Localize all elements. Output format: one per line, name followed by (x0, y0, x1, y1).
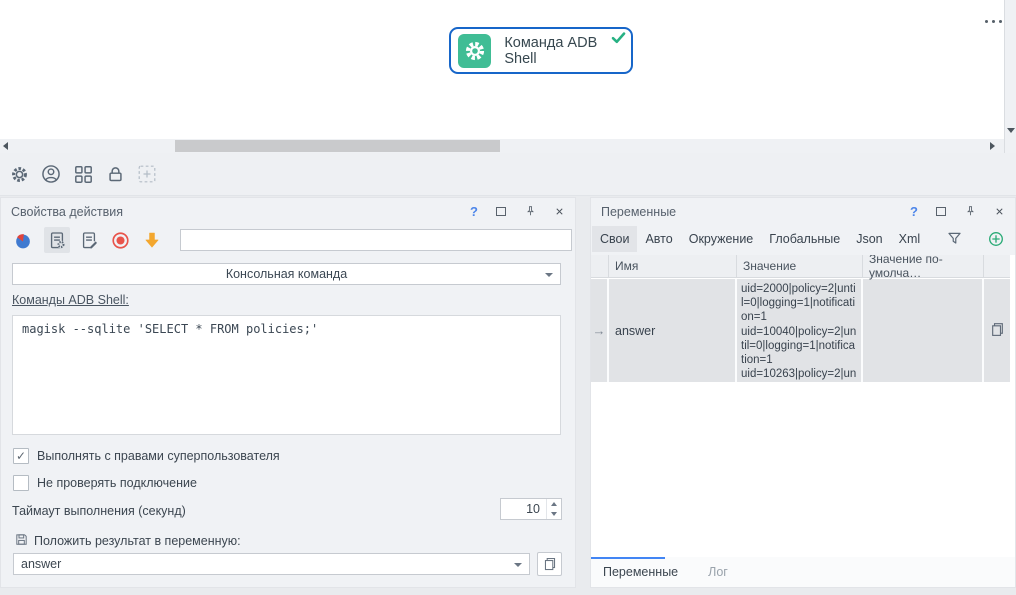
bottom-tab-log[interactable]: Лог (708, 565, 728, 579)
scroll-down-arrow-icon[interactable] (1007, 128, 1015, 133)
properties-panel-header: Свойства действия ? (1, 198, 575, 225)
horizontal-scrollbar[interactable] (0, 139, 1004, 153)
column-header-name[interactable]: Имя (609, 255, 737, 277)
properties-panel: Свойства действия ? Консольная команда К… (0, 197, 576, 588)
scroll-left-arrow-icon[interactable] (3, 142, 8, 150)
checkbox-checked-icon[interactable]: ✓ (13, 448, 29, 464)
current-row-arrow-icon: → (592, 323, 606, 338)
checkbox-label: Выполнять с правами суперпользователя (37, 449, 280, 463)
chevron-down-icon (514, 563, 522, 567)
tab-own[interactable]: Свои (592, 225, 638, 252)
variable-default-cell[interactable] (863, 279, 984, 382)
column-header-default[interactable]: Значение по-умолча… (863, 255, 984, 280)
command-type-select[interactable]: Консольная команда (12, 263, 561, 285)
table-header-row: Имя Значение Значение по-умолча… (591, 255, 1010, 280)
panel-title: Переменные (601, 204, 677, 219)
checkbox-label: Не проверять подключение (37, 476, 197, 490)
horizontal-scrollbar-thumb[interactable] (175, 140, 500, 152)
variable-value-cell[interactable]: uid=2000|policy=2|until=0|logging=1|noti… (737, 279, 863, 382)
table-row[interactable]: → answer uid=2000|policy=2|until=0|loggi… (591, 279, 1010, 382)
save-floppy-icon (14, 532, 29, 550)
spinner-down-icon[interactable] (547, 509, 561, 519)
command-textarea[interactable]: magisk --sqlite 'SELECT * FROM policies;… (12, 315, 561, 435)
command-type-value: Консольная команда (225, 267, 348, 281)
properties-toolbar (1, 225, 575, 255)
add-placeholder-icon[interactable] (136, 163, 158, 185)
copy-icon[interactable] (989, 321, 1006, 341)
flowchart-canvas[interactable]: Команда ADB Shell (0, 0, 1004, 139)
app-window: Команда ADB Shell Свойства действия ? Ко… (0, 0, 1016, 595)
search-input[interactable] (180, 229, 572, 251)
variables-table: Имя Значение Значение по-умолча… → answe… (591, 255, 1015, 561)
pin-icon[interactable] (524, 205, 537, 218)
filter-icon[interactable] (946, 230, 963, 247)
result-label: Положить результат в переменную: (34, 534, 241, 548)
help-icon[interactable]: ? (470, 204, 478, 219)
row-copy-cell (984, 279, 1010, 382)
adb-shell-node[interactable]: Команда ADB Shell (449, 27, 633, 74)
more-options-icon[interactable] (985, 20, 1002, 23)
success-check-icon (611, 31, 626, 47)
gear-icon (458, 33, 492, 68)
active-tab-indicator (591, 557, 665, 559)
action-settings-doc-icon[interactable] (44, 227, 70, 253)
result-variable-value: answer (21, 557, 62, 571)
download-arrow-icon[interactable] (142, 230, 162, 250)
edit-doc-icon[interactable] (79, 230, 99, 251)
timeout-spinner[interactable]: 10 (500, 498, 562, 520)
bottom-tab-variables[interactable]: Переменные (603, 565, 678, 579)
timeout-value[interactable]: 10 (501, 499, 546, 519)
maximize-icon[interactable] (495, 206, 507, 217)
workspace-toolbar (0, 153, 1016, 196)
vertical-scrollbar[interactable] (1004, 0, 1016, 153)
bottom-tabs: Переменные Лог (591, 557, 1015, 587)
tab-global[interactable]: Глобальные (761, 226, 848, 252)
tab-auto[interactable]: Авто (637, 226, 680, 252)
chevron-down-icon (545, 273, 553, 277)
skip-check-checkbox[interactable]: Не проверять подключение (13, 475, 197, 491)
add-variable-icon[interactable] (987, 230, 1005, 248)
result-variable-select[interactable]: answer (13, 553, 530, 575)
category-pie-icon[interactable] (13, 230, 33, 251)
run-as-su-checkbox[interactable]: ✓ Выполнять с правами суперпользователя (13, 448, 280, 464)
variables-panel-header: Переменные ? (591, 198, 1015, 225)
maximize-icon[interactable] (935, 206, 947, 217)
column-header-value[interactable]: Значение (737, 255, 863, 277)
column-header-actions (984, 255, 1010, 277)
close-icon[interactable] (994, 206, 1005, 217)
timeout-label: Таймаут выполнения (секунд) (12, 504, 186, 518)
panel-title: Свойства действия (11, 204, 123, 219)
modules-grid-icon[interactable] (72, 163, 94, 185)
help-icon[interactable]: ? (910, 204, 918, 219)
row-marker-cell: → (591, 279, 609, 382)
close-icon[interactable] (554, 206, 565, 217)
lock-icon[interactable] (104, 163, 126, 185)
scroll-right-arrow-icon[interactable] (990, 142, 995, 150)
spinner-up-icon[interactable] (547, 499, 561, 509)
settings-gear-icon[interactable] (8, 163, 30, 185)
copy-variable-button[interactable] (537, 552, 562, 576)
pin-icon[interactable] (964, 205, 977, 218)
adb-commands-link[interactable]: Команды ADB Shell: (12, 293, 129, 307)
variables-tabs: Свои Авто Окружение Глобальные Json Xml (591, 225, 1015, 252)
checkbox-unchecked-icon[interactable] (13, 475, 29, 491)
variable-name-cell[interactable]: answer (609, 279, 737, 382)
result-variable-row: Положить результат в переменную: (14, 532, 241, 550)
tab-xml[interactable]: Xml (891, 226, 929, 252)
variables-panel: Переменные ? Свои Авто Окружение Глобаль… (590, 197, 1016, 588)
header-gutter (591, 255, 609, 277)
record-icon[interactable] (110, 230, 131, 251)
user-profile-icon[interactable] (40, 163, 62, 185)
tab-environment[interactable]: Окружение (681, 226, 762, 252)
tab-json[interactable]: Json (848, 226, 890, 252)
